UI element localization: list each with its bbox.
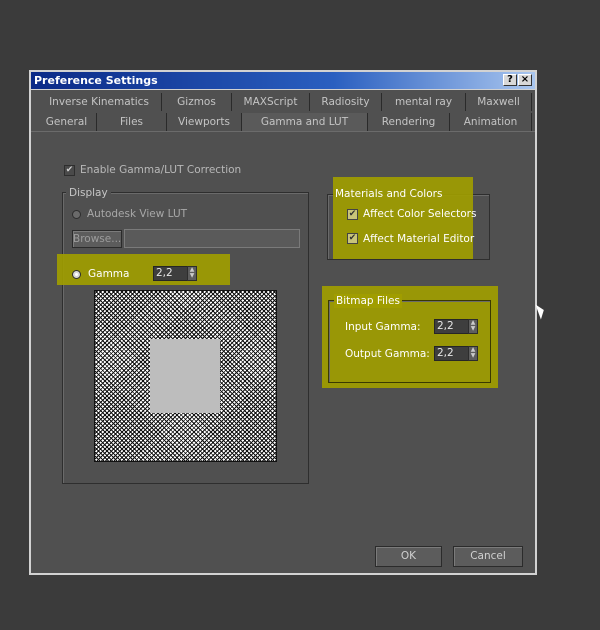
autodesk-lut-radio[interactable] xyxy=(72,210,81,219)
browse-button[interactable]: Browse... xyxy=(72,230,122,248)
input-gamma-field[interactable]: 2,2 xyxy=(434,319,470,334)
output-gamma-label: Output Gamma: xyxy=(345,348,430,360)
tab-viewports[interactable]: Viewports xyxy=(167,113,242,131)
bitmap-group xyxy=(328,300,491,383)
affect-material-editor-checkbox[interactable]: ✔ xyxy=(347,233,358,244)
output-gamma-spinner[interactable]: ▲ ▼ xyxy=(468,346,478,361)
window-title: Preference Settings xyxy=(34,74,158,87)
input-gamma-spinner[interactable]: ▲ ▼ xyxy=(468,319,478,334)
tab-inverse-kinematics[interactable]: Inverse Kinematics xyxy=(37,93,162,111)
ok-button[interactable]: OK xyxy=(375,546,442,567)
tab-mental-ray[interactable]: mental ray xyxy=(382,93,466,111)
affect-material-editor-label: Affect Material Editor xyxy=(363,233,475,245)
tab-animation[interactable]: Animation xyxy=(450,113,532,131)
affect-color-selectors-label: Affect Color Selectors xyxy=(363,208,477,220)
tab-divider xyxy=(31,131,535,132)
tab-files[interactable]: Files xyxy=(97,113,167,131)
gamma-label: Gamma xyxy=(88,268,130,280)
cancel-button[interactable]: Cancel xyxy=(453,546,523,567)
tab-maxwell[interactable]: Maxwell xyxy=(466,93,532,111)
tab-rendering[interactable]: Rendering xyxy=(368,113,450,131)
display-legend: Display xyxy=(66,186,111,200)
tab-gizmos[interactable]: Gizmos xyxy=(162,93,232,111)
autodesk-lut-label: Autodesk View LUT xyxy=(87,208,188,220)
materials-legend: Materials and Colors xyxy=(335,188,443,200)
enable-gamma-checkbox[interactable]: ✔ xyxy=(64,165,75,176)
gamma-highlight xyxy=(57,254,230,285)
gamma-value-field[interactable]: 2,2 xyxy=(153,266,189,281)
gamma-spinner[interactable]: ▲ ▼ xyxy=(187,266,197,281)
tab-maxscript[interactable]: MAXScript xyxy=(232,93,310,111)
affect-color-selectors-checkbox[interactable]: ✔ xyxy=(347,209,358,220)
enable-gamma-label: Enable Gamma/LUT Correction xyxy=(80,164,242,176)
bitmap-legend: Bitmap Files xyxy=(334,294,402,308)
input-gamma-label: Input Gamma: xyxy=(345,321,421,333)
gamma-preview-square xyxy=(150,339,220,413)
mouse-cursor-icon xyxy=(535,302,547,320)
lut-path-field[interactable] xyxy=(124,229,300,248)
tab-general[interactable]: General xyxy=(37,113,97,131)
output-gamma-field[interactable]: 2,2 xyxy=(434,346,470,361)
help-button[interactable]: ? xyxy=(503,74,517,86)
close-button[interactable]: × xyxy=(518,74,532,86)
gamma-radio[interactable] xyxy=(72,270,81,279)
tab-gamma-and-lut[interactable]: Gamma and LUT xyxy=(242,113,368,131)
tab-radiosity[interactable]: Radiosity xyxy=(310,93,382,111)
